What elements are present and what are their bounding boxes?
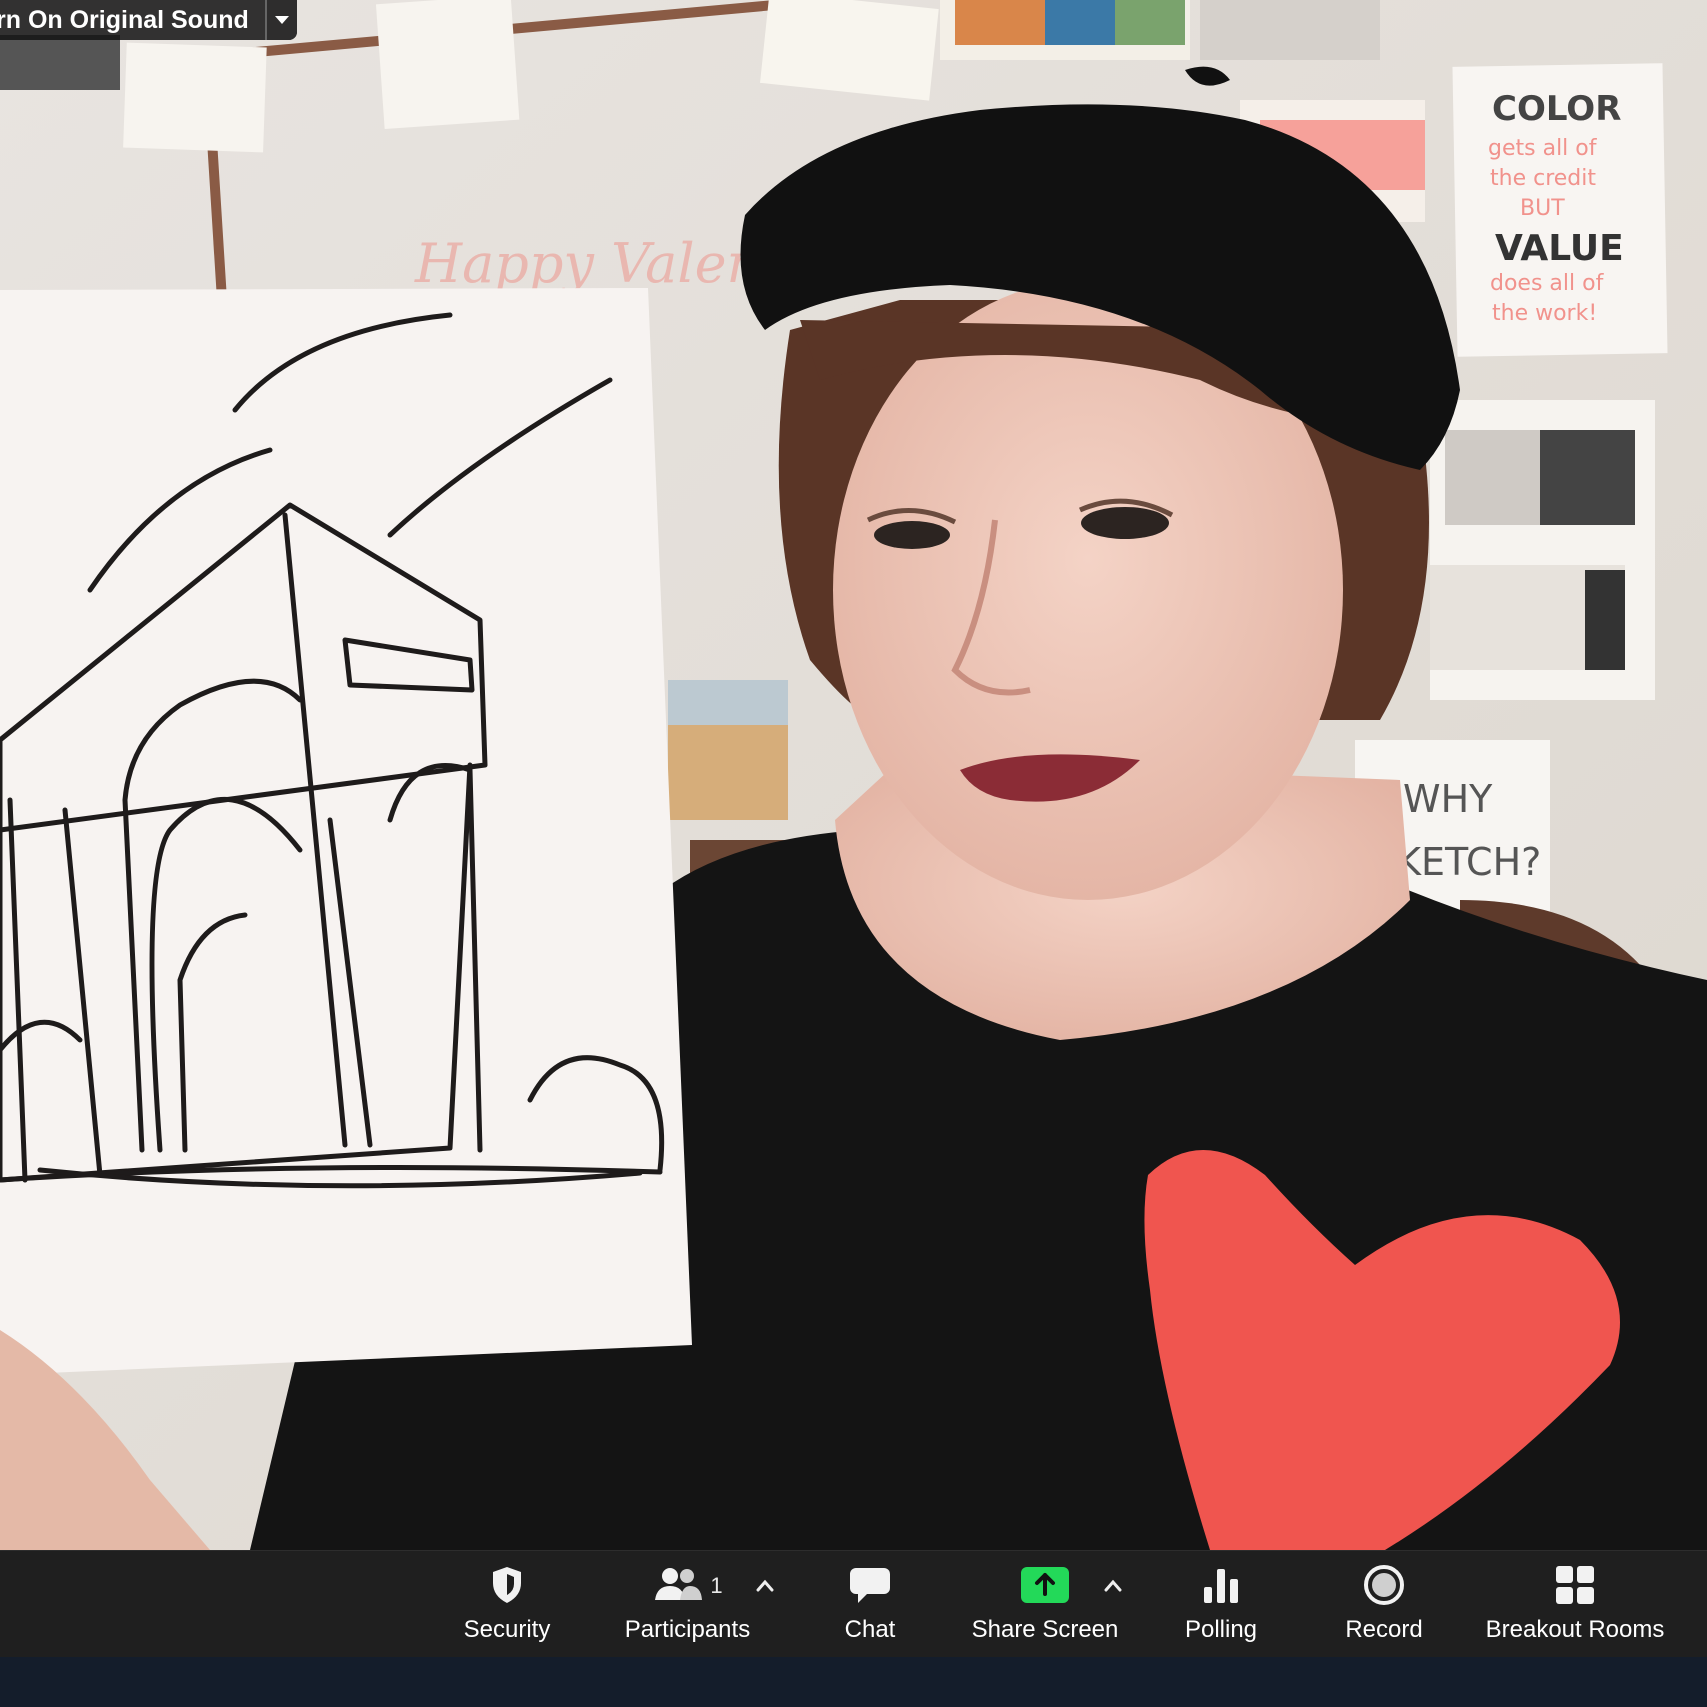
wall-text-why: WHY [1403,777,1493,821]
security-label: Security [463,1616,551,1643]
people-icon [655,1568,703,1600]
bar-chart-icon [1204,1569,1238,1603]
wall-text-line: gets all of [1488,136,1598,161]
wall-text-line: BUT [1520,196,1565,221]
share-screen-label: Share Screen [971,1616,1119,1643]
polling-button[interactable]: Polling [1176,1561,1266,1653]
caret-up-icon[interactable] [1104,1579,1122,1593]
breakout-rooms-button[interactable]: Breakout Rooms [1485,1561,1665,1653]
caret-up-icon[interactable] [756,1579,774,1593]
wall-text-line: does all of [1490,271,1605,296]
chat-button[interactable]: Chat [830,1561,910,1653]
record-label: Record [1345,1616,1423,1643]
zoom-meeting-window: COLOR gets all of the credit BUT VALUE d… [0,0,1707,1707]
wall-text-value: VALUE [1495,228,1624,269]
breakout-rooms-label: Breakout Rooms [1485,1616,1665,1643]
shield-icon [493,1567,521,1603]
wall-text-color: COLOR [1492,89,1621,129]
share-screen-button[interactable]: Share Screen [965,1561,1125,1653]
video-frame-image: COLOR gets all of the credit BUT VALUE d… [0,0,1707,1550]
original-sound-label: rn On Original Sound [0,6,249,34]
participants-button[interactable]: 1 Participants [615,1561,760,1653]
meeting-toolbar: Security 1 Participants Chat Share Scree… [0,1550,1707,1657]
participants-label: Participants [624,1616,751,1643]
original-sound-dropdown[interactable] [264,0,297,40]
security-button[interactable]: Security [448,1561,566,1653]
share-screen-arrow-icon [1021,1567,1069,1603]
polling-label: Polling [1184,1616,1258,1643]
chevron-down-icon [274,16,289,24]
wall-text-line: the work! [1492,301,1597,326]
window-bottom-strip [0,1656,1707,1707]
record-circle-icon [1364,1565,1404,1605]
chat-bubble-icon [850,1568,890,1603]
original-sound-toggle[interactable]: rn On Original Sound [0,0,297,40]
grid-icon [1556,1566,1594,1604]
chat-label: Chat [844,1616,896,1643]
participant-video: COLOR gets all of the credit BUT VALUE d… [0,0,1707,1550]
record-button[interactable]: Record [1337,1561,1431,1653]
participant-count: 1 [710,1573,723,1598]
wall-text-line: the credit [1490,166,1596,191]
